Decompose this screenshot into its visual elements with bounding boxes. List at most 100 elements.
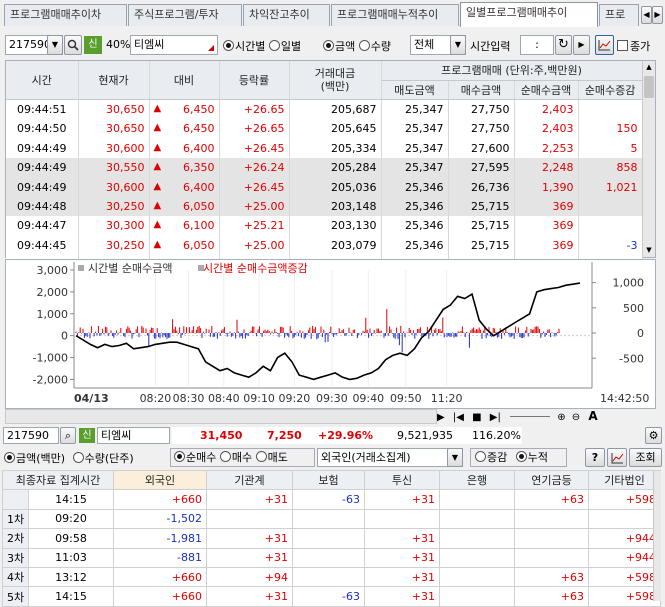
zoom-out-icon[interactable]: ⊖ (572, 412, 580, 423)
radio-qty[interactable]: 수량 (358, 40, 391, 53)
cell-time: 09:44:49 (6, 138, 79, 158)
program-net-chart[interactable]: 3,000 2,000 1,000 0 -1,000 -2,000 1,000 500 0 -5… (6, 260, 655, 408)
bottom-scrollbar[interactable] (653, 471, 661, 601)
round-label: 2차 (2, 528, 29, 549)
investor-cell (439, 566, 515, 588)
tab-next-button[interactable]: ▶ (652, 6, 663, 24)
search-submit-button[interactable]: 조회 (629, 448, 662, 467)
filter-value: 전체 (414, 38, 435, 51)
col-trade[interactable]: 거래대금 (백만) (289, 61, 382, 101)
cell-rate: +26.65 (219, 119, 290, 139)
investor-cell: +31 (364, 528, 440, 549)
filter-dropdown-button[interactable]: ▼ (450, 35, 466, 55)
investor-cell: +660 (113, 489, 207, 510)
col-time[interactable]: 시간 (6, 61, 79, 101)
tab-stock-program[interactable]: 주식프로그램/투자 (128, 4, 242, 26)
radio-day[interactable]: 일별 (268, 40, 301, 53)
zoom-in-icon[interactable]: ⊕ (557, 412, 565, 423)
refresh-button[interactable]: ↻ (555, 35, 572, 55)
col-netchg[interactable]: 순매수증감 (578, 80, 643, 101)
investor-dropdown-button[interactable]: ▼ (447, 448, 463, 467)
table-row[interactable]: 09:44:48 30,250 ▲ 6,050 +25.00 203,148 25,346 2… (6, 196, 643, 217)
col-sell[interactable]: 매도금액 (381, 80, 449, 101)
col-investor-1[interactable]: 외국인 (113, 469, 207, 491)
col-buy[interactable]: 매수금액 (448, 80, 515, 101)
help-button[interactable]: ? (585, 448, 605, 467)
scroll-right-button[interactable]: ▶ (437, 412, 445, 423)
investor-cell (364, 508, 440, 530)
code-dropdown-button[interactable]: ▼ (47, 35, 63, 55)
radio-amount-mil[interactable]: 금액(백만) (4, 452, 65, 465)
radio-sell[interactable]: 매도 (255, 451, 288, 464)
table-row[interactable]: 09:44:49 30,600 ▲ 6,400 +26.45 205,036 25,346 2… (6, 177, 643, 197)
bottom-chart-button[interactable] (607, 448, 627, 467)
table-row[interactable]: 09:44:47 30,300 ▲ 6,100 +25.21 203,130 25,346 2… (6, 216, 643, 236)
stock-name-field[interactable]: 티엠씨 (130, 35, 218, 55)
radio-off-icon (358, 40, 370, 51)
radio-cumulative[interactable]: 누적 (515, 451, 548, 464)
time-input[interactable]: : (520, 35, 554, 55)
col-investor-3[interactable]: 보험 (292, 469, 365, 491)
table-row[interactable]: 14:15 +660 +31 -63 +31 +63 +598 (2, 489, 661, 510)
col-investor-6[interactable]: 연기금등 (514, 469, 589, 491)
table-row[interactable]: 4차 13:12 +660 +94 +31 +63 +598 (2, 566, 661, 588)
scroll-down-icon[interactable]: ▼ (643, 244, 655, 257)
first-button[interactable]: |◀ (453, 412, 464, 423)
col-price[interactable]: 현재가 (78, 61, 150, 101)
font-size-button[interactable]: A (588, 409, 597, 423)
radio-net[interactable]: 순매수 (174, 451, 216, 464)
zoom-slider[interactable] (510, 416, 551, 417)
table-row[interactable]: 09:44:49 30,600 ▲ 6,400 +26.45 205,334 25,347 2… (6, 138, 643, 158)
table-row[interactable]: 09:44:49 30,550 ▲ 6,350 +26.24 205,284 25,347 2… (6, 157, 643, 178)
investor-cell: +31 (364, 566, 440, 588)
tab-more[interactable]: 프로 (599, 4, 639, 26)
cell-diff-value: 6,350 (183, 161, 215, 175)
scroll-up-icon[interactable]: ▲ (643, 61, 655, 74)
scroll-thumb[interactable] (644, 76, 654, 98)
col-investor-0[interactable]: 최종자료 집계시간 (2, 469, 114, 491)
last-button[interactable]: ▶| (490, 412, 501, 423)
tab-daily[interactable]: 일별프로그램매매추이 (460, 2, 598, 27)
col-investor-4[interactable]: 투신 (364, 469, 440, 491)
col-investor-2[interactable]: 기관계 (206, 469, 293, 491)
table-row[interactable]: 5차 14:15 +660 +31 -63 +31 +63 +598 (2, 586, 661, 607)
radio-time[interactable]: 시간별 (223, 40, 265, 53)
col-investor-7[interactable]: 기타법인 (588, 469, 661, 491)
tab-cumulative[interactable]: 프로그램매매누적추이 (331, 4, 459, 26)
period-radio-group: 시간별 일별 (223, 38, 301, 54)
table-row[interactable]: 09:44:51 30,650 ▲ 6,450 +26.65 205,687 25,347 2… (6, 99, 643, 120)
tab-prev-button[interactable]: ◀ (641, 6, 652, 24)
search-button[interactable] (64, 35, 82, 55)
table-row[interactable]: 3차 11:03 -881 +31 +31 +944 (2, 547, 661, 568)
col-investor-5[interactable]: 은행 (439, 469, 515, 491)
col-rate[interactable]: 등락률 (219, 61, 290, 101)
table-row[interactable]: 09:44:45 30,250 ▲ 6,050 +25.00 203,079 25,346 2… (6, 235, 643, 255)
tab-program-trend[interactable]: 프로그램매매추이차 (4, 4, 127, 26)
close-price-checkbox[interactable]: 종가 (617, 38, 650, 54)
stop-button[interactable]: ■ (472, 412, 481, 423)
tab-arbitrage[interactable]: 차익잔고추이 (243, 4, 330, 26)
chart-toggle-button[interactable] (595, 35, 614, 55)
col-trade-label: 거래대금 (314, 67, 356, 81)
next-button[interactable]: ▶ (573, 35, 590, 55)
table-row[interactable]: 09:44:50 30,650 ▲ 6,450 +26.65 205,645 25,347 2… (6, 119, 643, 139)
investor-select[interactable]: 외국인(거래소집계) (317, 448, 463, 467)
radio-amount[interactable]: 금액 (323, 40, 355, 53)
radio-change[interactable]: 증감 (475, 451, 507, 464)
table-row[interactable]: 1차 09:20 -1,502 (2, 508, 661, 530)
grid-scrollbar[interactable]: ▲ ▼ (642, 61, 655, 257)
bottom-code-input[interactable]: 217590 (3, 427, 59, 444)
bottom-name-field[interactable]: 티엠씨 (97, 427, 170, 444)
tab-label: 차익잔고추이 (249, 8, 310, 21)
table-row[interactable]: 2차 09:58 -1,981 +31 +31 +944 (2, 528, 661, 549)
settings-button[interactable]: ⚙ (645, 427, 662, 444)
radio-qty-unit[interactable]: 수량(단주) (72, 452, 134, 465)
cell-sell: 25,346 (381, 216, 449, 236)
bottom-search-button[interactable]: ⌕ (60, 427, 76, 444)
col-net[interactable]: 순매수금액 (514, 80, 579, 101)
col-diff[interactable]: 대비 (149, 61, 220, 101)
investor-cell: +660 (113, 566, 207, 588)
radio-buy[interactable]: 매수 (219, 451, 252, 464)
investor-cell: +31 (206, 547, 293, 568)
chart-hscroll[interactable] (5, 409, 437, 424)
